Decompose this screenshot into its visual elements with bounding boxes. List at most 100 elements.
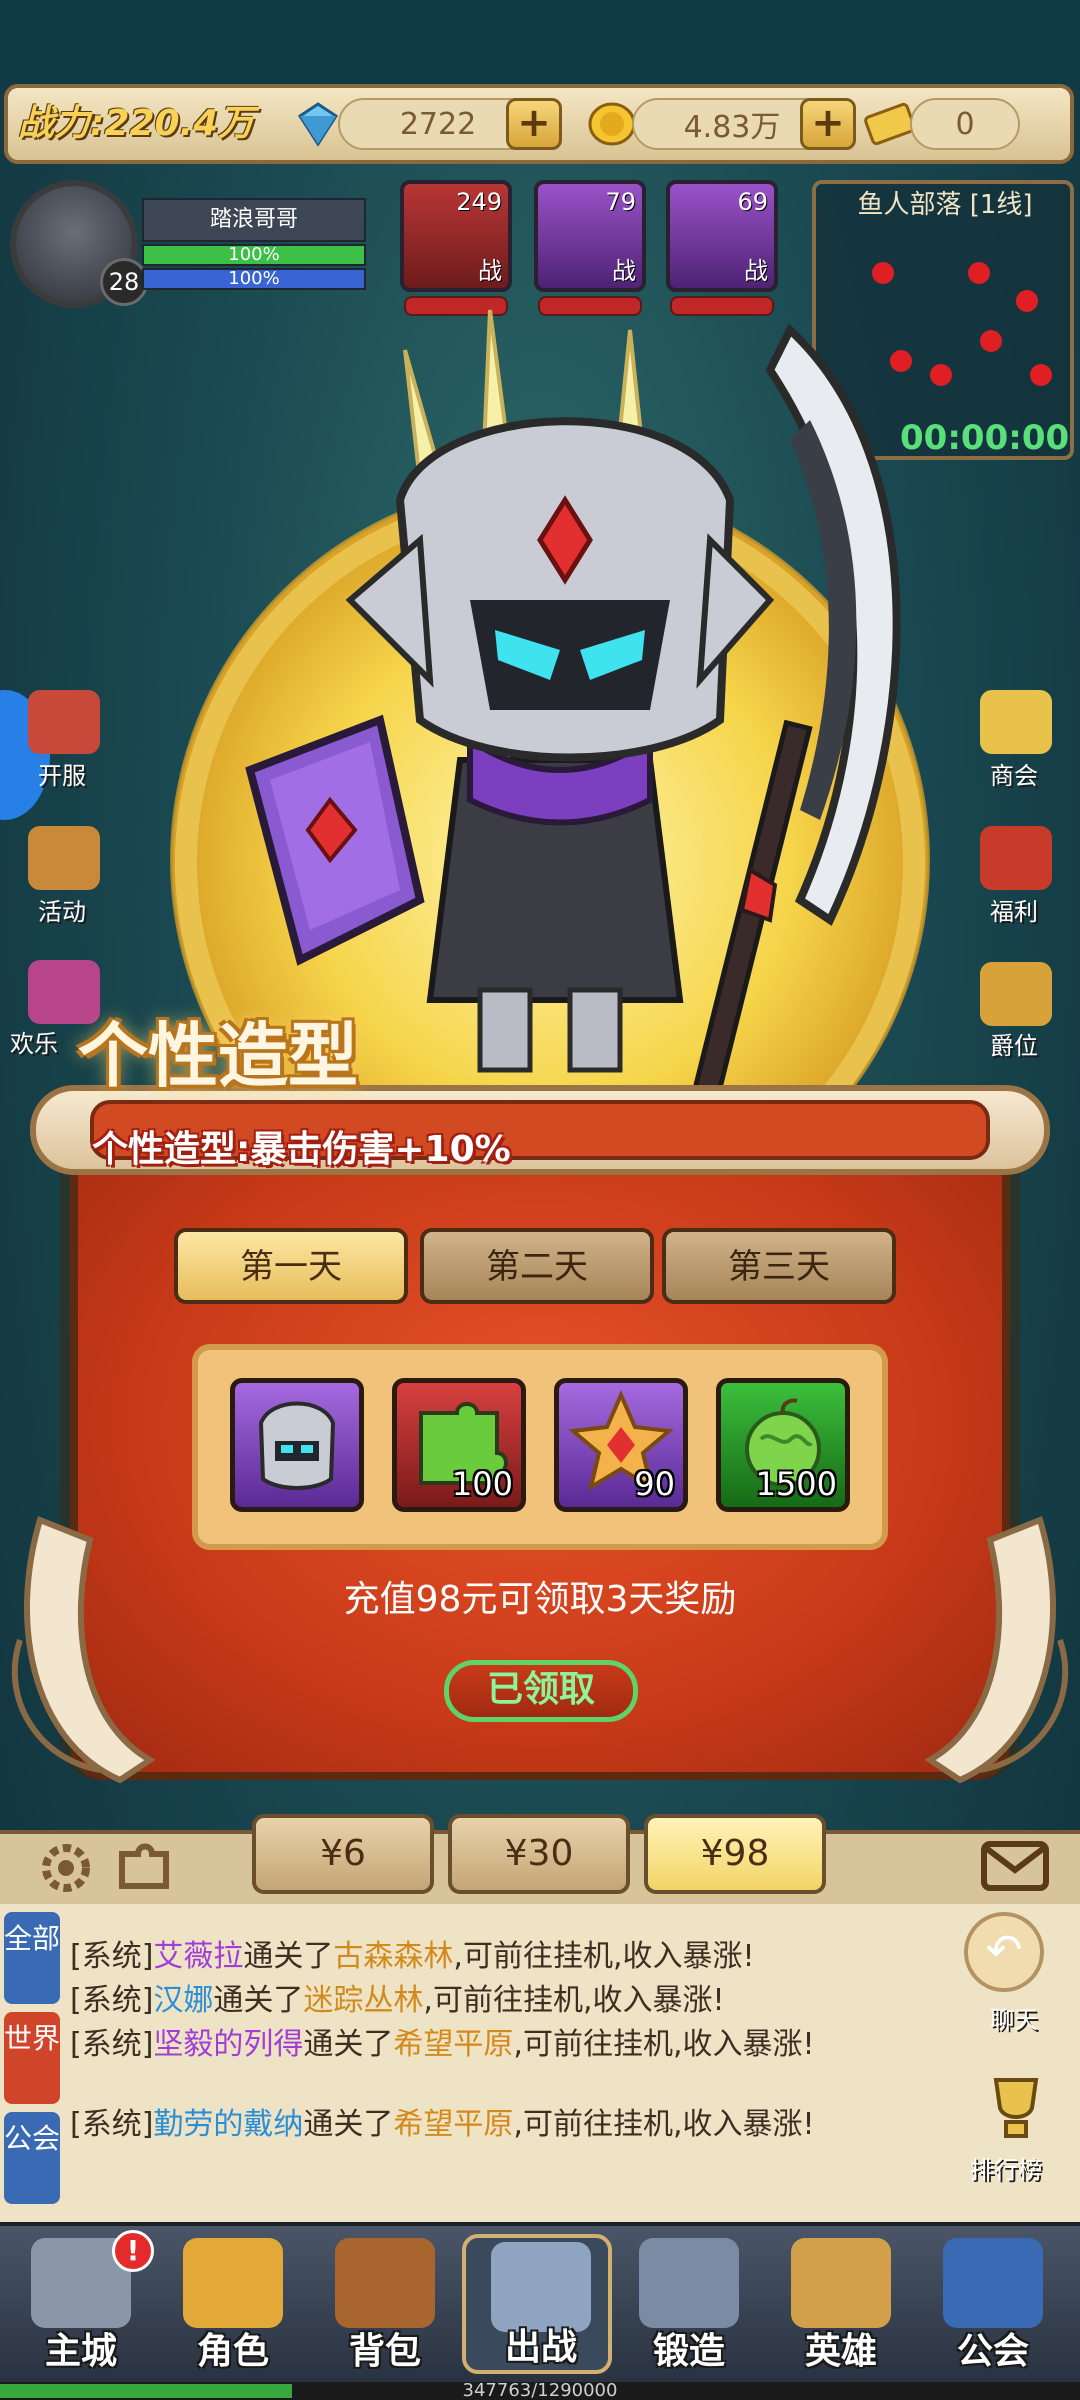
activity-icon[interactable] bbox=[28, 826, 100, 890]
chat-tab-world[interactable]: 世界 bbox=[4, 2012, 60, 2104]
hammer-icon bbox=[639, 2238, 739, 2328]
backpack-icon bbox=[335, 2238, 435, 2328]
combat-power-label: 战力:220.4万 bbox=[18, 103, 255, 144]
chat-mid: 通关了 bbox=[243, 1939, 334, 1974]
nav-label: 公会 bbox=[956, 2331, 1029, 2372]
reward-item-green-fruit[interactable]: 1500 bbox=[716, 1378, 850, 1512]
chat-message: [系统]汉娜通关了迷踪丛林,可前往挂机,收入暴涨! bbox=[70, 1980, 950, 2022]
recharge-description: 充值98元可领取3天奖励 bbox=[343, 1579, 737, 1620]
welfare-chest-icon[interactable] bbox=[980, 826, 1052, 890]
enemy-dot bbox=[1030, 364, 1052, 386]
reward-item-goblin-fragment[interactable]: 100 bbox=[392, 1378, 526, 1512]
bone-decoration-right bbox=[880, 1500, 1080, 1800]
minimap-title: 鱼人部落 [1线] bbox=[857, 190, 1033, 220]
nav-battle[interactable]: 出战 bbox=[462, 2234, 612, 2374]
chat-player-name[interactable]: 艾薇拉 bbox=[153, 1939, 243, 1974]
server-open-icon[interactable] bbox=[28, 690, 100, 754]
chat-message: [系统]坚毅的列得通关了希望平原,可前往挂机,收入暴涨! bbox=[70, 2024, 950, 2066]
nav-label: 英雄 bbox=[804, 2331, 877, 2372]
title-crown-icon[interactable] bbox=[980, 962, 1052, 1026]
side-label-welfare: 福利 bbox=[990, 898, 1038, 926]
reward-count: 1500 bbox=[755, 1465, 837, 1503]
side-label-open: 开服 bbox=[38, 762, 86, 790]
tab-day-2[interactable]: 第二天 bbox=[420, 1228, 654, 1304]
hero-level: 69 bbox=[737, 188, 768, 216]
chat-player-name[interactable]: 汉娜 bbox=[153, 1983, 213, 2018]
chat-mid: 通关了 bbox=[303, 2027, 394, 2062]
team-hero-card[interactable]: 69 战 bbox=[666, 180, 778, 292]
tier-30-button[interactable]: ¥30 bbox=[448, 1814, 630, 1894]
tab-day-1[interactable]: 第一天 bbox=[174, 1228, 408, 1304]
side-label-activity: 活动 bbox=[38, 898, 86, 926]
chat-button[interactable]: 聊天 bbox=[990, 2000, 1038, 2035]
puzzle-icon[interactable] bbox=[108, 1838, 178, 1898]
enemy-dot bbox=[968, 262, 990, 284]
mp-bar: 100% bbox=[142, 268, 366, 290]
tab-day-3[interactable]: 第三天 bbox=[662, 1228, 896, 1304]
claimed-button[interactable]: 已领取 bbox=[444, 1660, 638, 1722]
crown-icon bbox=[183, 2238, 283, 2328]
ticket-count: 0 bbox=[910, 98, 1020, 150]
nav-forge[interactable]: 锻造 bbox=[614, 2234, 764, 2374]
exp-text: 347763/1290000 bbox=[462, 2380, 618, 2400]
hero-tag: 战 bbox=[478, 257, 502, 285]
trophy-icon[interactable] bbox=[976, 2072, 1056, 2144]
chat-place[interactable]: 迷踪丛林 bbox=[303, 1983, 423, 2018]
chat-tab-guild[interactable]: 公会 bbox=[4, 2112, 60, 2204]
chat-suffix: ,可前往挂机,收入暴涨! bbox=[453, 1939, 755, 1974]
chat-mid: 通关了 bbox=[303, 2107, 394, 2142]
back-arrow-button[interactable]: ↶ bbox=[964, 1912, 1044, 1992]
team-hero-card[interactable]: 249 战 bbox=[400, 180, 512, 292]
hp-bar: 100% bbox=[142, 244, 366, 266]
nav-character[interactable]: 角色 bbox=[158, 2234, 308, 2374]
hero-badge-icon bbox=[791, 2238, 891, 2328]
nav-label: 角色 bbox=[196, 2331, 269, 2372]
player-name: 踏浪哥哥 bbox=[142, 198, 366, 242]
enemy-dot bbox=[872, 262, 894, 284]
leaderboard-button[interactable]: 排行榜 bbox=[970, 2150, 1042, 2185]
add-gems-button[interactable]: + bbox=[506, 98, 562, 150]
hero-tag: 战 bbox=[744, 257, 768, 285]
gem-icon bbox=[292, 100, 344, 148]
reward-item-star-gem[interactable]: 90 bbox=[554, 1378, 688, 1512]
side-label-title: 爵位 bbox=[990, 1032, 1038, 1060]
chat-prefix: [系统] bbox=[70, 2027, 154, 2062]
chat-place[interactable]: 希望平原 bbox=[393, 2027, 513, 2062]
tier-6-button[interactable]: ¥6 bbox=[252, 1814, 434, 1894]
chat-mid: 通关了 bbox=[213, 1983, 304, 2018]
nav-guild[interactable]: 公会 bbox=[918, 2234, 1068, 2374]
chat-suffix: ,可前往挂机,收入暴涨! bbox=[513, 2107, 815, 2142]
chat-player-name[interactable]: 勤劳的戴纳 bbox=[153, 2107, 303, 2142]
hero-level: 79 bbox=[605, 188, 636, 216]
reward-count: 100 bbox=[451, 1465, 513, 1503]
nav-label: 锻造 bbox=[652, 2331, 725, 2372]
nav-label: 主城 bbox=[44, 2331, 117, 2372]
nav-label: 出战 bbox=[504, 2327, 577, 2368]
team-hero-card[interactable]: 79 战 bbox=[534, 180, 646, 292]
reward-item-knight-skin[interactable] bbox=[230, 1378, 364, 1512]
hero-level: 249 bbox=[456, 188, 502, 216]
chat-place[interactable]: 希望平原 bbox=[393, 2107, 513, 2142]
chat-place[interactable]: 古森森林 bbox=[333, 1939, 453, 1974]
side-label-fun: 欢乐 bbox=[10, 1030, 58, 1058]
guild-shield-icon bbox=[943, 2238, 1043, 2328]
nav-heroes[interactable]: 英雄 bbox=[766, 2234, 916, 2374]
chat-tab-all[interactable]: 全部 bbox=[4, 1912, 60, 2004]
chamber-icon[interactable] bbox=[980, 690, 1052, 754]
chat-suffix: ,可前往挂机,收入暴涨! bbox=[513, 2027, 815, 2062]
nav-backpack[interactable]: 背包 bbox=[310, 2234, 460, 2374]
enemy-dot bbox=[980, 330, 1002, 352]
chat-prefix: [系统] bbox=[70, 1983, 154, 2018]
mail-icon[interactable] bbox=[980, 1838, 1050, 1894]
status-bar-area bbox=[0, 0, 1080, 84]
gold-coin-icon bbox=[586, 100, 638, 148]
bone-decoration-left bbox=[0, 1500, 200, 1800]
add-gold-button[interactable]: + bbox=[800, 98, 856, 150]
chat-suffix: ,可前往挂机,收入暴涨! bbox=[423, 1983, 725, 2018]
chat-message: [系统]勤劳的戴纳通关了希望平原,可前往挂机,收入暴涨! bbox=[70, 2104, 950, 2146]
hero-tag: 战 bbox=[612, 257, 636, 285]
nav-label: 背包 bbox=[348, 2331, 421, 2372]
chat-player-name[interactable]: 坚毅的列得 bbox=[153, 2027, 303, 2062]
tier-98-button[interactable]: ¥98 bbox=[644, 1814, 826, 1894]
settings-gear-icon[interactable] bbox=[36, 1838, 96, 1898]
